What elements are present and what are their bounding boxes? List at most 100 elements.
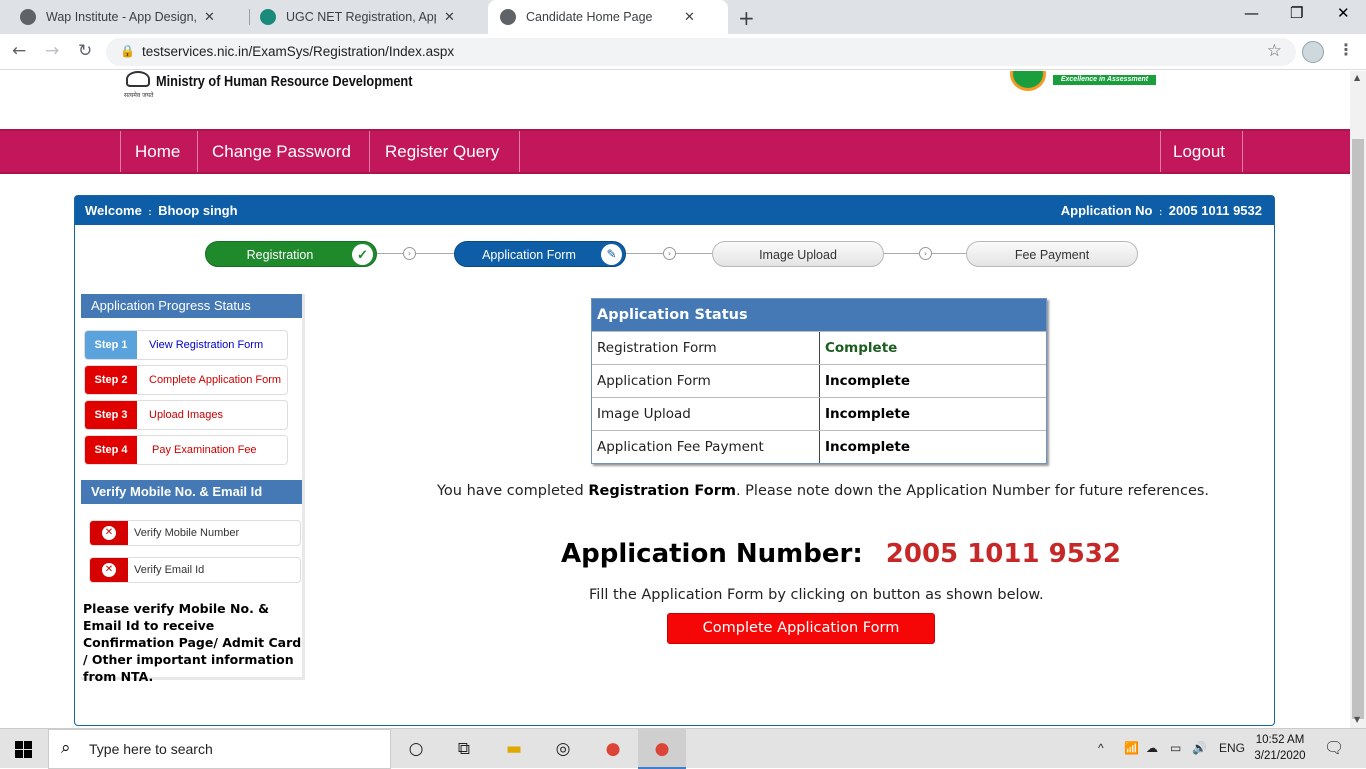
browser-tab-ugc[interactable]: UGC NET Registration, Application ✕ — [248, 0, 486, 34]
progress-status-title: Application Progress Status — [81, 294, 302, 318]
language-indicator[interactable]: ENG — [1219, 741, 1245, 755]
table-row: Application Form Incomplete — [592, 364, 1046, 397]
system-clock[interactable]: 10:52 AM 3/21/2020 — [1248, 732, 1312, 764]
verify-label: Verify Mobile Number — [134, 527, 240, 539]
scroll-up-icon[interactable]: ▲ — [1354, 73, 1360, 82]
step-label: Complete Application Form — [149, 374, 282, 386]
sidebar-step-3[interactable]: Step 3 Upload Images — [84, 400, 288, 430]
step-badge: Step 3 — [85, 401, 137, 429]
stepper-label: Image Upload — [759, 248, 837, 262]
windows-taskbar: ⌕ Type here to search ○ ⧉ ▬ ◎ ● ● ^ 📶 ☁ … — [0, 728, 1366, 769]
nav-logout[interactable]: Logout — [1173, 131, 1225, 172]
battery-icon[interactable]: ▭ — [1170, 741, 1181, 755]
colon-separator: : — [1159, 207, 1163, 217]
sidebar-step-1[interactable]: Step 1 View Registration Form — [84, 330, 288, 360]
network-icon[interactable]: 📶 — [1124, 741, 1139, 755]
reload-icon[interactable]: ↻ — [78, 41, 92, 61]
candidate-name: Bhoop singh — [158, 203, 238, 218]
main-navbar: Home Change Password Register Query Logo… — [0, 129, 1350, 174]
registration-complete-note: You have completed Registration Form. Pl… — [437, 483, 1209, 499]
verify-mobile-button[interactable]: ✕ Verify Mobile Number — [89, 520, 301, 546]
sidebar-step-2[interactable]: Step 2 Complete Application Form — [84, 365, 288, 395]
stepper-registration[interactable]: Registration ✓ — [205, 241, 377, 267]
ministry-name: Ministry of Human Resource Development — [156, 72, 413, 90]
file-explorer-icon[interactable]: ▬ — [502, 737, 526, 761]
kebab-menu-icon[interactable]: ⋮ — [1338, 40, 1354, 59]
site-favicon-icon — [260, 9, 276, 25]
taskbar-search[interactable]: ⌕ Type here to search — [48, 729, 391, 769]
complete-application-form-button[interactable]: Complete Application Form — [667, 613, 935, 644]
application-no-header: Application No : 2005 1011 9532 — [1061, 203, 1262, 218]
minimize-icon[interactable]: — — [1244, 4, 1259, 22]
application-status-table: Application Status Registration Form Com… — [591, 298, 1047, 464]
notification-icon[interactable]: 🗨 — [1324, 738, 1344, 758]
note-post: . Please note down the Application Numbe… — [735, 483, 1210, 499]
address-bar: ← → ↻ 🔒 testservices.nic.in/ExamSys/Regi… — [0, 34, 1366, 70]
close-icon[interactable]: ✕ — [444, 10, 455, 25]
media-player-icon[interactable]: ◎ — [551, 737, 575, 761]
nav-divider — [197, 131, 198, 172]
nta-tagline: Excellence in Assessment — [1053, 75, 1156, 85]
scroll-down-icon[interactable]: ▼ — [1354, 715, 1360, 724]
nav-divider — [1242, 131, 1243, 172]
nav-divider — [120, 131, 121, 172]
restore-icon[interactable]: ❐ — [1290, 4, 1303, 22]
status-item: Application Form — [597, 373, 711, 389]
back-icon[interactable]: ← — [12, 41, 26, 61]
bookmark-star-icon[interactable]: ☆ — [1267, 41, 1282, 61]
nav-home[interactable]: Home — [135, 131, 180, 172]
verify-note: Please verify Mobile No. & Email Id to r… — [83, 601, 302, 684]
clock-time: 10:52 AM — [1255, 734, 1305, 746]
chrome-active-icon[interactable]: ● — [650, 737, 674, 761]
close-icon[interactable]: ✕ — [204, 10, 215, 25]
table-row: Registration Form Complete — [592, 331, 1046, 364]
status-table-title: Application Status — [592, 299, 1046, 331]
nta-emblem-icon — [1010, 71, 1046, 91]
welcome-label: Welcome — [85, 203, 142, 218]
scrollbar-thumb[interactable] — [1352, 139, 1364, 719]
nav-register-query[interactable]: Register Query — [385, 131, 499, 172]
stepper-image-upload[interactable]: Image Upload — [712, 241, 884, 267]
page-viewport: सत्यमेव जयते Ministry of Human Resource … — [0, 71, 1350, 728]
sidebar: Application Progress Status Step 1 View … — [81, 294, 305, 684]
chrome-icon[interactable]: ● — [601, 737, 625, 761]
windows-start-icon[interactable] — [15, 741, 32, 758]
nav-divider — [1160, 131, 1161, 172]
colon-separator: : — [148, 207, 152, 217]
verify-email-button[interactable]: ✕ Verify Email Id — [89, 557, 301, 583]
globe-icon — [500, 9, 516, 25]
step-badge: Step 2 — [85, 366, 137, 394]
cortana-icon[interactable]: ○ — [404, 737, 428, 761]
volume-icon[interactable]: 🔊 — [1192, 741, 1207, 755]
forward-icon[interactable]: → — [45, 41, 59, 61]
status-value: Incomplete — [825, 439, 911, 455]
tray-chevron-icon[interactable]: ^ — [1098, 741, 1104, 755]
browser-tab-candidate[interactable]: Candidate Home Page ✕ — [488, 0, 728, 34]
stepper-label: Registration — [246, 248, 314, 262]
close-window-icon[interactable]: ✕ — [1337, 4, 1350, 22]
table-row: Image Upload Incomplete — [592, 397, 1046, 430]
nav-change-password[interactable]: Change Password — [212, 131, 351, 172]
checkmark-icon: ✓ — [352, 244, 373, 265]
close-icon[interactable]: ✕ — [684, 10, 695, 25]
url-field[interactable]: 🔒 testservices.nic.in/ExamSys/Registrati… — [106, 38, 1296, 66]
pencil-icon: ✎ — [601, 244, 622, 265]
nav-divider — [519, 131, 520, 172]
stepper-fee-payment[interactable]: Fee Payment — [966, 241, 1138, 267]
stepper-application-form[interactable]: Application Form ✎ — [454, 241, 626, 267]
task-view-icon[interactable]: ⧉ — [452, 737, 476, 761]
profile-avatar[interactable] — [1302, 41, 1324, 63]
page-scrollbar[interactable]: ▲ ▼ — [1350, 71, 1366, 728]
search-placeholder: Type here to search — [89, 741, 213, 757]
stepper-label: Application Form — [482, 248, 576, 262]
browser-tab-wap[interactable]: Wap Institute - App Design, Software ✕ — [8, 0, 246, 34]
note-bold: Registration Form — [588, 483, 736, 499]
cloud-icon[interactable]: ☁ — [1146, 741, 1158, 755]
sidebar-step-4[interactable]: Step 4 Pay Examination Fee — [84, 435, 288, 465]
status-item: Registration Form — [597, 340, 717, 356]
error-icon: ✕ — [90, 558, 128, 582]
new-tab-button[interactable]: + — [738, 6, 755, 30]
table-row: Application Fee Payment Incomplete — [592, 430, 1046, 463]
step-badge: Step 1 — [85, 331, 137, 359]
error-icon: ✕ — [90, 521, 128, 545]
